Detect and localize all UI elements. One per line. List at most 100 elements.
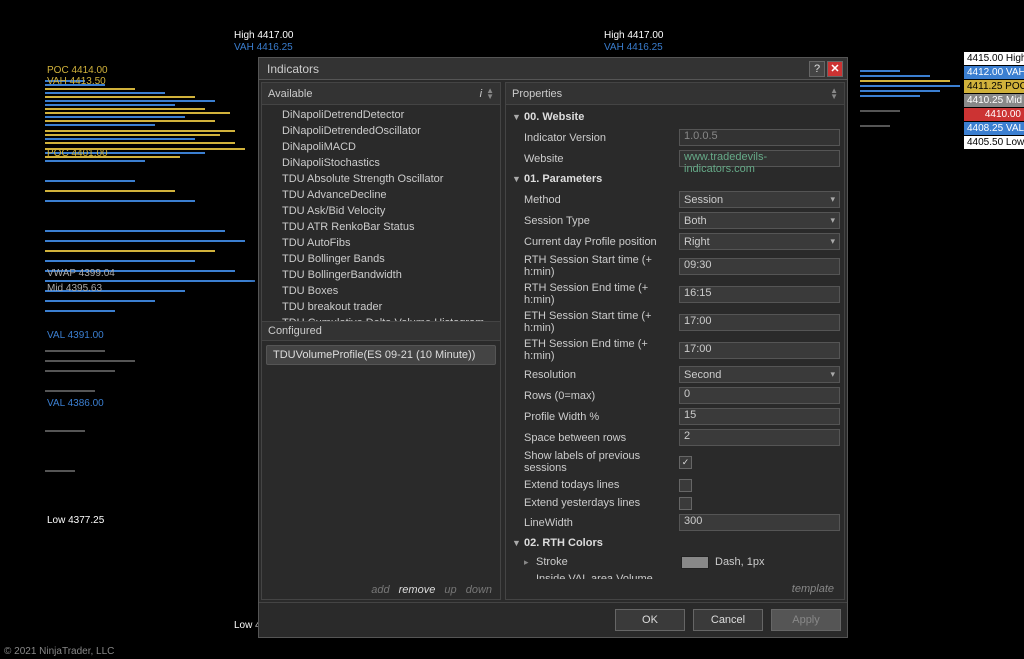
- price-tag: 4411.25 POC: [964, 80, 1024, 93]
- available-item[interactable]: TDU AutoFibs: [262, 235, 500, 251]
- price-tag: 4405.50 Low: [964, 136, 1024, 149]
- prop-label: RTH Session End time (+ h:min): [524, 282, 679, 306]
- available-item[interactable]: TDU breakout trader: [262, 299, 500, 315]
- info-icon[interactable]: i: [480, 88, 482, 100]
- color-desc: Dash, 1px: [715, 556, 765, 568]
- section-website-title: 00. Website: [524, 111, 584, 123]
- website-field[interactable]: www.tradedevils-indicators.com: [679, 150, 840, 167]
- prop-select[interactable]: Second▾: [679, 366, 840, 383]
- configured-item[interactable]: TDUVolumeProfile(ES 09-21 (10 Minute)): [266, 345, 496, 365]
- prop-label: Method: [524, 194, 679, 206]
- indicators-dialog: Indicators ? ✕ Available i ▲▼ DiNapoliDe…: [258, 57, 848, 638]
- price-axis: 4415.00 High4412.00 VAH4411.25 POC4410.2…: [964, 52, 1024, 150]
- dialog-titlebar[interactable]: Indicators ? ✕: [259, 58, 847, 80]
- prop-checkbox[interactable]: [679, 497, 692, 510]
- prop-label: Extend yesterdays lines: [524, 497, 679, 509]
- prop-label: RTH Session Start time (+ h:min): [524, 254, 679, 278]
- prop-label: Indicator Version: [524, 132, 679, 144]
- label-poc: POC 4401.00: [47, 148, 108, 159]
- prop-label: Current day Profile position: [524, 236, 679, 248]
- prop-input[interactable]: 2: [679, 429, 840, 446]
- dialog-title: Indicators: [263, 62, 807, 76]
- apply-button[interactable]: Apply: [771, 609, 841, 631]
- label-high-right: High 4417.00: [604, 30, 664, 41]
- label-val2: VAL 4386.00: [47, 398, 104, 409]
- down-link[interactable]: down: [466, 584, 492, 596]
- price-tag: 4410.00: [964, 108, 1024, 121]
- section-parameters[interactable]: ▼01. Parameters: [510, 169, 840, 189]
- section-website[interactable]: ▼00. Website: [510, 107, 840, 127]
- prop-label: Extend todays lines: [524, 479, 679, 491]
- label-poc-vah: POC 4414.00 VAH 4413.50: [47, 65, 108, 87]
- prop-input[interactable]: 17:00: [679, 342, 840, 359]
- up-link[interactable]: up: [444, 584, 456, 596]
- label-high: High 4417.00: [234, 30, 294, 41]
- available-item[interactable]: DiNapoliMACD: [262, 139, 500, 155]
- section-rth-colors-title: 02. RTH Colors: [524, 537, 603, 549]
- cancel-button[interactable]: Cancel: [693, 609, 763, 631]
- prop-select[interactable]: Right▾: [679, 233, 840, 250]
- prop-select[interactable]: Session▾: [679, 191, 840, 208]
- available-item[interactable]: TDU Absolute Strength Oscillator: [262, 171, 500, 187]
- label-vah-right: VAH 4416.25: [604, 42, 663, 53]
- add-link[interactable]: add: [371, 584, 389, 596]
- prop-input[interactable]: 17:00: [679, 314, 840, 331]
- price-tag: 4412.00 VAH: [964, 66, 1024, 79]
- available-list[interactable]: DiNapoliDetrendDetectorDiNapoliDetrended…: [262, 105, 500, 321]
- color-swatch[interactable]: [681, 556, 709, 569]
- section-parameters-title: 01. Parameters: [524, 173, 602, 185]
- available-item[interactable]: DiNapoliDetrendedOscillator: [262, 123, 500, 139]
- prop-label: ETH Session Start time (+ h:min): [524, 310, 679, 334]
- scroll-icon[interactable]: ▲▼: [486, 88, 494, 100]
- template-link[interactable]: template: [792, 583, 834, 595]
- prop-label: Website: [524, 153, 679, 165]
- available-item[interactable]: DiNapoliDetrendDetector: [262, 107, 500, 123]
- prop-label: Show labels of previous sessions: [524, 450, 679, 474]
- section-rth-colors[interactable]: ▼02. RTH Colors: [510, 533, 840, 553]
- price-tag: 4410.25 Mid: [964, 94, 1024, 107]
- scroll-icon[interactable]: ▲▼: [830, 88, 838, 100]
- prop-checkbox[interactable]: ✓: [679, 456, 692, 469]
- prop-select[interactable]: Both▾: [679, 212, 840, 229]
- label-low: Low 4377.25: [47, 515, 104, 526]
- copyright: © 2021 NinjaTrader, LLC: [4, 646, 114, 657]
- expand-icon[interactable]: ▸: [524, 557, 534, 568]
- available-header: Available: [268, 88, 312, 100]
- label-vwap: VWAP 4399.04: [47, 268, 115, 279]
- label-mid: Mid 4395.63: [47, 283, 102, 294]
- available-item[interactable]: TDU Ask/Bid Velocity: [262, 203, 500, 219]
- close-button[interactable]: ✕: [827, 61, 843, 77]
- prop-label: ETH Session End time (+ h:min): [524, 338, 679, 362]
- price-tag: 4408.25 VAL: [964, 122, 1024, 135]
- prop-label: Profile Width %: [524, 411, 679, 423]
- configured-header: Configured: [268, 325, 322, 337]
- version-field: 1.0.0.5: [679, 129, 840, 146]
- prop-label: Space between rows: [524, 432, 679, 444]
- properties-list[interactable]: ▼00. Website Indicator Version 1.0.0.5 W…: [506, 105, 844, 579]
- properties-header: Properties: [512, 88, 562, 100]
- prop-input[interactable]: 0: [679, 387, 840, 404]
- ok-button[interactable]: OK: [615, 609, 685, 631]
- properties-pane: Properties ▲▼ ▼00. Website Indicator Ver…: [505, 82, 845, 600]
- list-controls: add remove up down: [262, 581, 500, 599]
- prop-input[interactable]: 15: [679, 408, 840, 425]
- remove-link[interactable]: remove: [399, 584, 436, 596]
- prop-input[interactable]: 16:15: [679, 286, 840, 303]
- available-item[interactable]: TDU BollingerBandwidth: [262, 267, 500, 283]
- dialog-buttons: OK Cancel Apply: [259, 602, 847, 637]
- prop-label: LineWidth: [524, 517, 679, 529]
- prop-checkbox[interactable]: [679, 479, 692, 492]
- label-vah: VAH 4416.25: [234, 42, 293, 53]
- prop-label: Resolution: [524, 369, 679, 381]
- available-item[interactable]: DiNapoliStochastics: [262, 155, 500, 171]
- color-label: Stroke: [536, 556, 681, 568]
- prop-input[interactable]: 09:30: [679, 258, 840, 275]
- prop-input[interactable]: 300: [679, 514, 840, 531]
- help-button[interactable]: ?: [809, 61, 825, 77]
- price-tag: 4415.00 High: [964, 52, 1024, 65]
- available-item[interactable]: TDU AdvanceDecline: [262, 187, 500, 203]
- available-item[interactable]: TDU Boxes: [262, 283, 500, 299]
- available-item[interactable]: TDU ATR RenkoBar Status: [262, 219, 500, 235]
- available-item[interactable]: TDU Bollinger Bands: [262, 251, 500, 267]
- prop-label: Session Type: [524, 215, 679, 227]
